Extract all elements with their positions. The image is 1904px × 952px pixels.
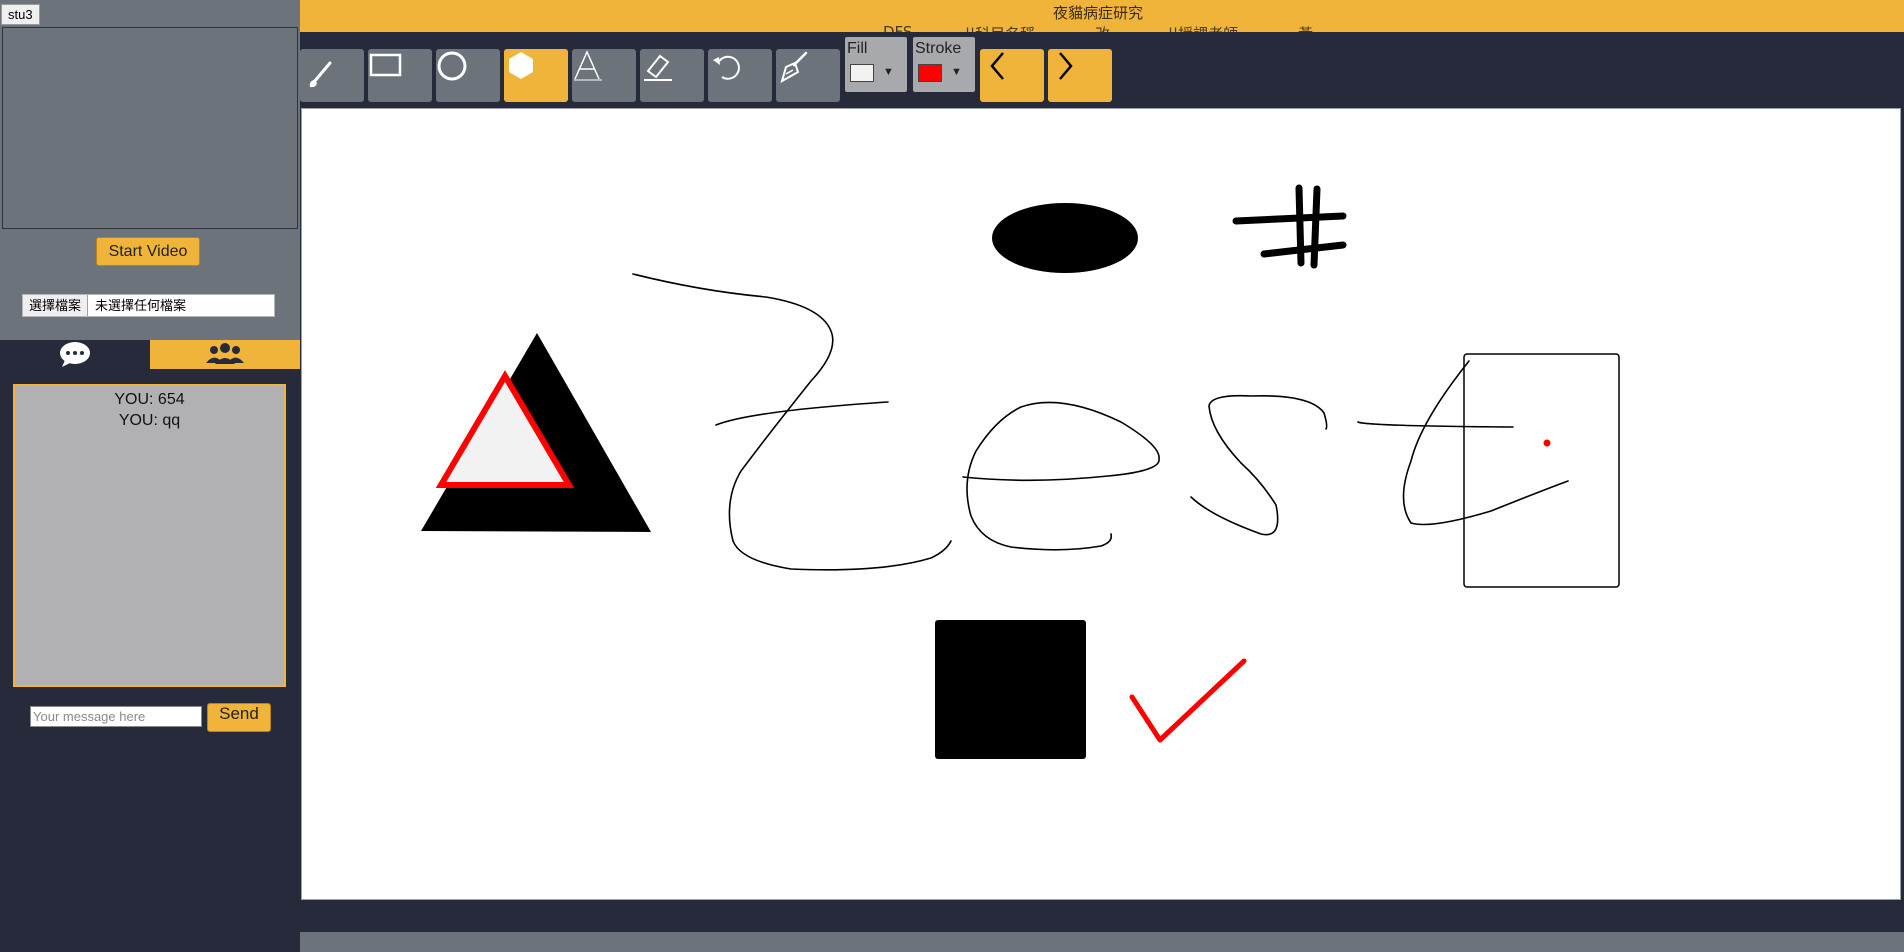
drawn-check-mark [1129,658,1247,743]
start-video-button[interactable]: Start Video [96,237,200,266]
message-input[interactable] [30,706,202,727]
canvas-drawing [421,184,1620,759]
stroke-swatch [918,64,942,82]
send-button[interactable]: Send [207,703,271,732]
circle-tool-button[interactable] [436,49,500,102]
dropdown-arrow-icon: ▼ [883,66,894,78]
chat-messages: YOU: 654 YOU: qq [13,384,286,687]
fill-label: Fill [847,40,868,57]
brush-tool-button[interactable] [300,49,364,102]
drawn-red-dot [1543,439,1551,447]
username-label: stu3 [1,4,40,25]
page-title: 夜貓病症研究 [1053,4,1144,22]
chevron-left-icon [990,52,1004,80]
drawn-hash [1232,184,1347,269]
brush-icon [309,61,332,88]
rectangle-icon [369,53,402,77]
text-tool-button[interactable] [572,49,636,102]
eraser-tool-button[interactable] [640,49,704,102]
next-page-button[interactable] [1048,49,1112,102]
fill-color-picker[interactable]: Fill ▼ [845,37,907,92]
header-bar: 夜貓病症研究 DFS ||科目名稱 改 ||授課老師 黃 [300,0,1904,43]
stroke-label: Stroke [915,40,962,57]
file-status-text: 未選擇任何檔案 [95,298,187,313]
circle-icon [437,51,467,81]
hexagon-icon [509,52,533,79]
file-input[interactable]: 選擇檔案 未選擇任何檔案 [22,294,275,317]
handwritten-text [632,273,1569,571]
choose-file-button[interactable]: 選擇檔案 [23,295,89,316]
undo-icon [713,55,740,80]
bottom-bar [300,932,1904,952]
video-preview [2,27,298,229]
rectangle-tool-button[interactable] [368,49,432,102]
tab-users[interactable] [150,340,300,369]
chat-message: YOU: 654 [114,391,185,408]
fill-swatch [850,64,874,82]
eraser-icon [644,54,672,81]
previous-page-button[interactable] [980,49,1044,102]
polygon-tool-button[interactable] [504,49,568,102]
chat-bubble-icon [60,342,90,367]
chat-message: YOU: qq [118,412,181,429]
undo-tool-button[interactable] [708,49,772,102]
clear-tool-button[interactable] [776,49,840,102]
dropdown-arrow-icon: ▼ [951,66,962,78]
drawn-rectangle [1463,353,1620,588]
chevron-right-icon [1059,52,1073,80]
tab-chat[interactable] [0,340,150,369]
stroke-color-picker[interactable]: Stroke ▼ [913,37,975,92]
drawn-square [935,620,1086,759]
left-panel: stu3 Start Video 選擇檔案 未選擇任何檔案 [0,0,300,340]
broom-icon [780,51,808,84]
drawn-ellipse [992,203,1138,273]
users-icon [206,343,244,364]
text-icon [574,50,602,81]
drawing-canvas[interactable] [301,108,1901,900]
